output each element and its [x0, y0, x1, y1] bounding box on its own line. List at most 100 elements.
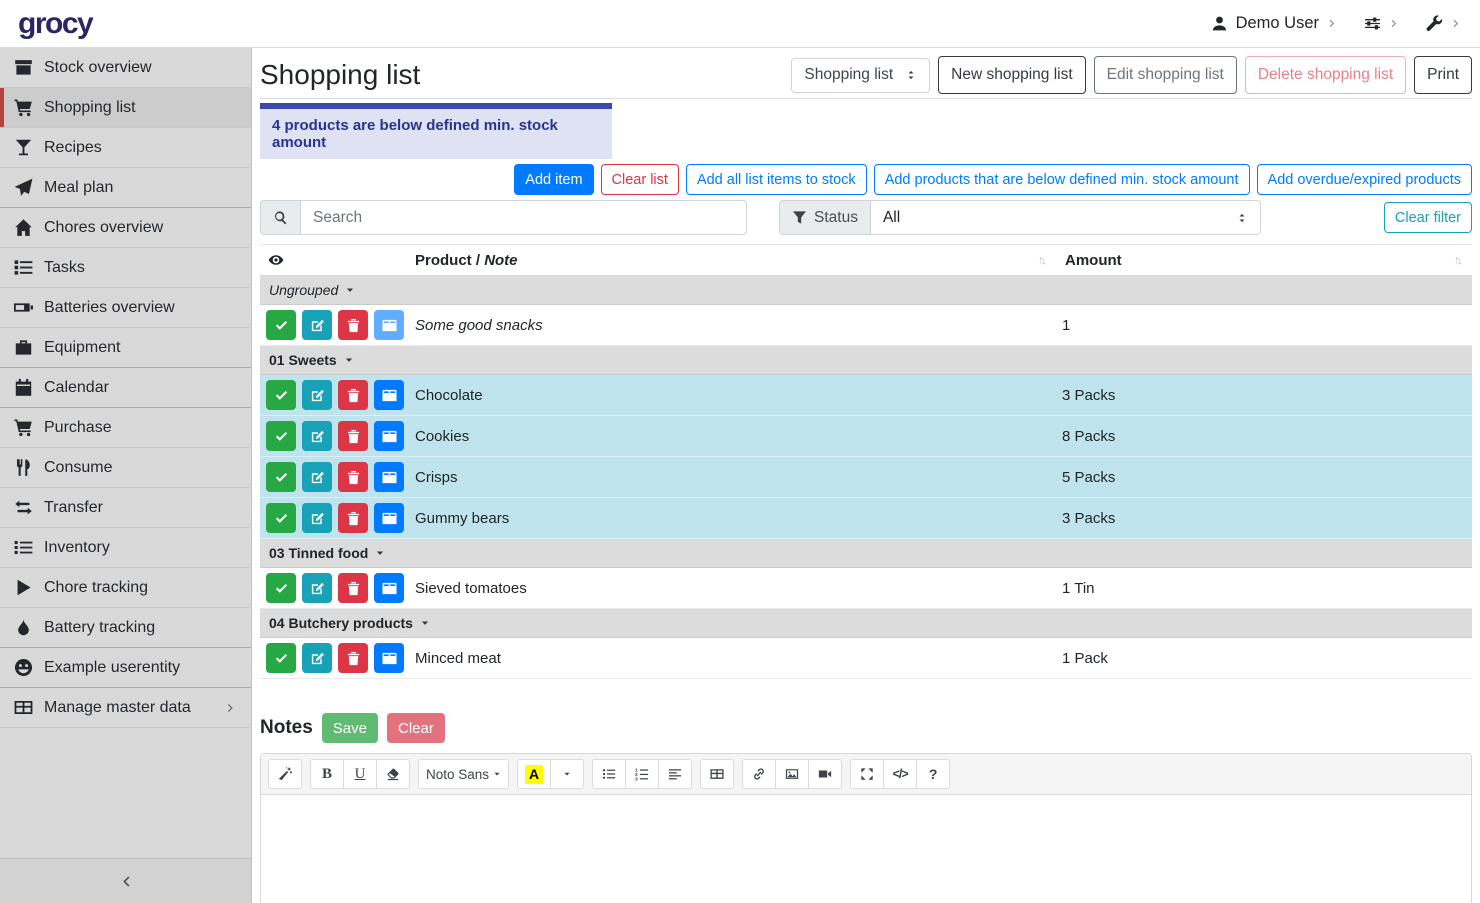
add-to-stock-button[interactable] — [374, 573, 404, 603]
code-view-button[interactable]: </> — [883, 759, 917, 789]
sidebar-item-chore-tracking[interactable]: Chore tracking — [0, 568, 251, 608]
clear-notes-button[interactable]: Clear — [387, 713, 445, 743]
sidebar-item-label: Example userentity — [44, 659, 180, 677]
edit-shopping-list-button[interactable]: Edit shopping list — [1094, 56, 1237, 94]
text-color-dropdown[interactable] — [550, 759, 584, 789]
edit-item-button[interactable] — [302, 462, 332, 492]
group-header-ungrouped[interactable]: Ungrouped — [260, 276, 1472, 305]
clear-formatting-button[interactable] — [376, 759, 410, 789]
delete-item-button[interactable] — [338, 643, 368, 673]
delete-shopping-list-button[interactable]: Delete shopping list — [1245, 56, 1406, 94]
group-header-tinned-food[interactable]: 03 Tinned food — [260, 539, 1472, 568]
delete-item-button[interactable] — [338, 503, 368, 533]
user-icon — [1211, 15, 1228, 32]
flame-icon — [14, 618, 33, 637]
delete-item-button[interactable] — [338, 380, 368, 410]
add-to-stock-button[interactable] — [374, 421, 404, 451]
insert-video-button[interactable] — [808, 759, 842, 789]
cocktail-icon — [14, 138, 33, 157]
add-to-stock-button[interactable] — [374, 310, 404, 340]
delete-item-button[interactable] — [338, 310, 368, 340]
save-notes-button[interactable]: Save — [322, 713, 378, 743]
paragraph-button[interactable] — [658, 759, 692, 789]
mark-done-button[interactable] — [266, 462, 296, 492]
edit-item-button[interactable] — [302, 310, 332, 340]
edit-item-button[interactable] — [302, 643, 332, 673]
edit-item-button[interactable] — [302, 573, 332, 603]
sidebar-item-manage-master-data[interactable]: Manage master data — [0, 688, 251, 728]
trash-icon — [346, 651, 361, 666]
item-amount: 1 — [1062, 317, 1454, 334]
column-header-product[interactable]: Product / Note — [412, 252, 1038, 269]
new-shopping-list-button[interactable]: New shopping list — [938, 56, 1085, 94]
edit-item-button[interactable] — [302, 503, 332, 533]
notes-editor-body[interactable] — [261, 795, 1471, 903]
sidebar-item-chores-overview[interactable]: Chores overview — [0, 208, 251, 248]
add-to-stock-button[interactable] — [374, 462, 404, 492]
sidebar-item-calendar[interactable]: Calendar — [0, 368, 251, 408]
ordered-list-button[interactable]: 123 — [625, 759, 659, 789]
sidebar-item-shopping-list[interactable]: Shopping list — [0, 88, 251, 128]
add-to-stock-button[interactable] — [374, 643, 404, 673]
sidebar-item-inventory[interactable]: Inventory — [0, 528, 251, 568]
insert-image-button[interactable] — [775, 759, 809, 789]
add-to-stock-button[interactable] — [374, 503, 404, 533]
edit-item-button[interactable] — [302, 421, 332, 451]
group-header-butchery[interactable]: 04 Butchery products — [260, 609, 1472, 638]
shopping-list-select[interactable]: Shopping list — [791, 58, 930, 93]
underline-button[interactable]: U — [343, 759, 377, 789]
table-row: Some good snacks 1 — [260, 305, 1472, 346]
column-visibility-toggle[interactable] — [260, 252, 412, 268]
mark-done-button[interactable] — [266, 503, 296, 533]
delete-item-button[interactable] — [338, 421, 368, 451]
status-filter-select[interactable]: All — [870, 200, 1261, 235]
sidebar: Stock overview Shopping list Recipes Mea… — [0, 48, 252, 903]
font-family-select[interactable]: Noto Sans — [418, 759, 509, 789]
insert-table-button[interactable] — [700, 759, 734, 789]
sidebar-item-tasks[interactable]: Tasks — [0, 248, 251, 288]
settings-menu[interactable] — [1364, 15, 1400, 32]
insert-link-button[interactable] — [742, 759, 776, 789]
mark-done-button[interactable] — [266, 643, 296, 673]
item-amount: 8 Packs — [1062, 428, 1454, 445]
print-button[interactable]: Print — [1414, 56, 1472, 94]
delete-item-button[interactable] — [338, 573, 368, 603]
group-header-sweets[interactable]: 01 Sweets — [260, 346, 1472, 375]
unordered-list-button[interactable] — [592, 759, 626, 789]
column-header-amount[interactable]: Amount — [1062, 252, 1454, 269]
sidebar-item-battery-tracking[interactable]: Battery tracking — [0, 608, 251, 648]
text-color-button[interactable]: A — [517, 759, 551, 789]
add-item-button[interactable]: Add item — [514, 164, 593, 195]
add-below-min-stock-button[interactable]: Add products that are below defined min.… — [874, 164, 1250, 195]
add-to-stock-button[interactable] — [374, 380, 404, 410]
delete-item-button[interactable] — [338, 462, 368, 492]
sidebar-item-batteries-overview[interactable]: Batteries overview — [0, 288, 251, 328]
search-input[interactable] — [300, 200, 747, 235]
user-menu[interactable]: Demo User — [1211, 14, 1338, 33]
sidebar-item-meal-plan[interactable]: Meal plan — [0, 168, 251, 208]
sidebar-item-recipes[interactable]: Recipes — [0, 128, 251, 168]
sort-icon[interactable]: ↑↓ — [1454, 253, 1472, 267]
sidebar-item-equipment[interactable]: Equipment — [0, 328, 251, 368]
mark-done-button[interactable] — [266, 573, 296, 603]
sidebar-item-example-userentity[interactable]: Example userentity — [0, 648, 251, 688]
admin-menu[interactable] — [1426, 15, 1462, 32]
mark-done-button[interactable] — [266, 380, 296, 410]
mark-done-button[interactable] — [266, 421, 296, 451]
clear-filter-button[interactable]: Clear filter — [1384, 202, 1472, 233]
sidebar-item-consume[interactable]: Consume — [0, 448, 251, 488]
fullscreen-button[interactable] — [850, 759, 884, 789]
clear-list-button[interactable]: Clear list — [601, 164, 679, 195]
sidebar-item-stock-overview[interactable]: Stock overview — [0, 48, 251, 88]
bold-button[interactable]: B — [310, 759, 344, 789]
sidebar-collapse-button[interactable] — [0, 858, 251, 903]
add-overdue-expired-button[interactable]: Add overdue/expired products — [1257, 164, 1472, 195]
sort-icon[interactable]: ↑↓ — [1038, 253, 1062, 267]
sidebar-item-purchase[interactable]: Purchase — [0, 408, 251, 448]
edit-item-button[interactable] — [302, 380, 332, 410]
style-magic-button[interactable] — [268, 759, 302, 789]
add-all-to-stock-button[interactable]: Add all list items to stock — [686, 164, 867, 195]
help-button[interactable]: ? — [916, 759, 950, 789]
mark-done-button[interactable] — [266, 310, 296, 340]
sidebar-item-transfer[interactable]: Transfer — [0, 488, 251, 528]
